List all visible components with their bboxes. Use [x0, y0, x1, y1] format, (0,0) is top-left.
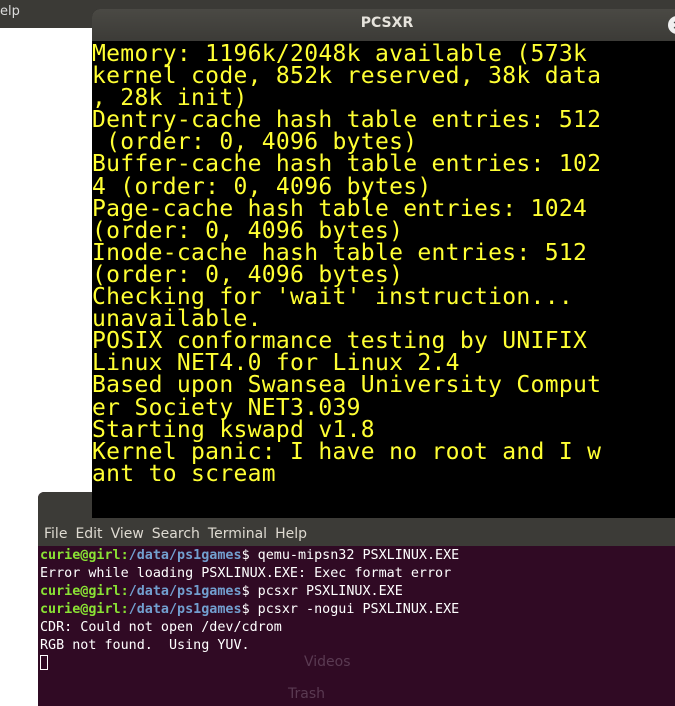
command-text: $ pcsxr -nogui PSXLINUX.EXE [241, 602, 460, 617]
console-line: unavailable. [92, 306, 262, 333]
prompt-user: curie@girl [40, 584, 121, 599]
command-text: $ pcsxr PSXLINUX.EXE [241, 584, 403, 599]
menu-search[interactable]: Search [152, 526, 200, 542]
console-line: (order: 0, 4096 bytes) [92, 129, 418, 156]
console-line: Memory: 1196k/2048k available (573k [92, 41, 588, 67]
console-line: ant to scream [92, 460, 276, 487]
menu-file[interactable]: File [44, 526, 67, 542]
console-line: POSIX conformance testing by UNIFIX [92, 328, 588, 355]
console-line: Buffer-cache hash table entries: 102 [92, 151, 602, 178]
terminal-cursor-line[interactable] [40, 655, 675, 673]
console-output: Memory: 1196k/2048k available (573k kerne… [92, 41, 675, 487]
console-line: 4 (order: 0, 4096 bytes) [92, 173, 432, 200]
console-line: Dentry-cache hash table entries: 512 [92, 107, 602, 134]
terminal-output-line: Error while loading PSXLINUX.EXE: Exec f… [40, 566, 452, 581]
console-line: (order: 0, 4096 bytes) [92, 217, 404, 244]
pcsxr-window[interactable]: PCSXR × Memory: 1196k/2048k available (5… [92, 9, 675, 518]
console-line: er Society NET3.039 [92, 394, 361, 421]
menu-edit[interactable]: Edit [75, 526, 102, 542]
terminal-output-line: CDR: Could not open /dev/cdrom [40, 620, 282, 635]
console-line: Based upon Swansea University Comput [92, 372, 602, 399]
ghost-trash: Trash [288, 686, 325, 702]
console-line: Starting kswapd v1.8 [92, 416, 375, 443]
background-menu-fragment[interactable]: elp [0, 4, 20, 19]
console-line: kernel code, 852k reserved, 38k data [92, 63, 602, 90]
pcsxr-titlebar[interactable]: PCSXR × [92, 9, 675, 41]
window-title: PCSXR [360, 15, 414, 31]
prompt-user: curie@girl [40, 548, 121, 563]
console-line: (order: 0, 4096 bytes) [92, 261, 404, 288]
console-line: Linux NET4.0 for Linux 2.4 [92, 350, 460, 377]
terminal-output: curie@girl:/data/ps1games$ qemu-mipsn32 … [40, 547, 675, 673]
close-icon[interactable]: × [668, 16, 675, 34]
prompt-user: curie@girl [40, 602, 121, 617]
menu-help[interactable]: Help [275, 526, 307, 542]
terminal-menu: File Edit View Search Terminal Help [44, 526, 315, 542]
prompt-path: /data/ps1games [128, 584, 242, 599]
terminal-command-line: curie@girl:/data/ps1games$ pcsxr PSXLINU… [40, 584, 403, 599]
prompt-path: /data/ps1games [128, 548, 242, 563]
console-line: Checking for 'wait' instruction... [92, 284, 574, 311]
command-text: $ qemu-mipsn32 PSXLINUX.EXE [241, 548, 460, 563]
console-line: Kernel panic: I have no root and I w [92, 438, 602, 465]
console-line: , 28k init) [92, 85, 248, 112]
terminal-command-line: curie@girl:/data/ps1games$ qemu-mipsn32 … [40, 548, 460, 563]
prompt-path: /data/ps1games [128, 602, 242, 617]
console-line: Page-cache hash table entries: 1024 [92, 195, 588, 222]
terminal-command-line: curie@girl:/data/ps1games$ pcsxr -nogui … [40, 602, 460, 617]
menu-terminal[interactable]: Terminal [208, 526, 267, 542]
terminal-output-line: RGB not found. Using YUV. [40, 638, 250, 653]
menu-view[interactable]: View [111, 526, 144, 542]
console-line: Inode-cache hash table entries: 512 [92, 239, 588, 266]
terminal-window[interactable]: File Edit View Search Terminal Help Vide… [38, 492, 675, 706]
text-cursor [40, 655, 48, 670]
